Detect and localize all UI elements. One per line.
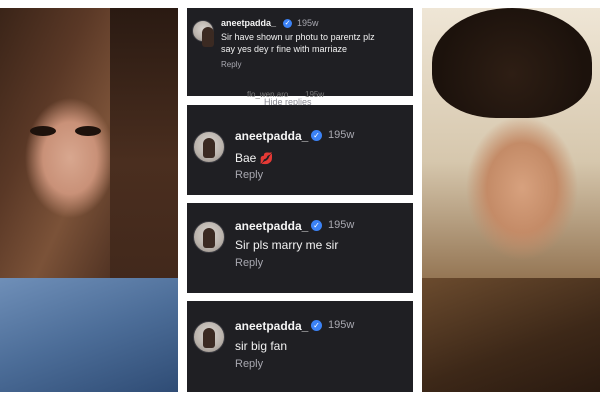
verified-badge-icon: ✓ [283,19,292,28]
avatar[interactable] [192,20,214,47]
comment-card-2: aneetpadda_ ✓ 195w Bae 💋 Reply [187,105,413,195]
reply-button[interactable]: Reply [235,358,263,370]
reply-button[interactable]: Reply [235,257,263,269]
kiss-emoji-icon: 💋 [259,153,274,165]
curly-hair-shape [432,8,592,118]
comment-text: Sir have shown ur photu to parentz plz [221,32,375,42]
left-portrait-photo [0,8,178,392]
comment-username[interactable]: aneetpadda_ [235,319,308,333]
avatar[interactable] [193,131,225,163]
reply-button[interactable]: Reply [221,60,241,69]
denim-jacket-shape [0,278,178,392]
comment-username[interactable]: aneetpadda_ [235,219,308,233]
comment-text-body: Bae [235,151,257,165]
right-portrait-photo [422,8,600,392]
comment-time: 195w [328,319,355,331]
avatar[interactable] [193,321,225,353]
eye-shape [30,126,56,136]
verified-badge-icon: ✓ [311,320,322,331]
comment-card-1: aneetpadda_ ✓ 195w Sir have shown ur pho… [187,8,413,99]
shirt-shape [422,278,600,392]
comment-card-4: aneetpadda_ ✓ 195w sir big fan Reply [187,301,413,392]
comment-time: 195w [328,219,355,231]
comment-text: Sir pls marry me sir [235,238,339,252]
comment-text: say yes dey r fine with marriaze [221,44,348,54]
reply-button[interactable]: Reply [235,169,263,181]
comment-username[interactable]: aneetpadda_ [221,18,276,28]
verified-badge-icon: ✓ [311,130,322,141]
comment-card-3: aneetpadda_ ✓ 195w Sir pls marry me sir … [187,203,413,293]
comment-text: sir big fan [235,339,288,353]
verified-badge-icon: ✓ [311,220,322,231]
comment-time: 195w [297,18,319,28]
eye-shape [75,126,101,136]
comment-time: 195w [328,129,355,141]
avatar[interactable] [193,221,225,253]
comment-username[interactable]: aneetpadda_ [235,129,308,143]
comment-text: Bae 💋 [235,151,273,166]
